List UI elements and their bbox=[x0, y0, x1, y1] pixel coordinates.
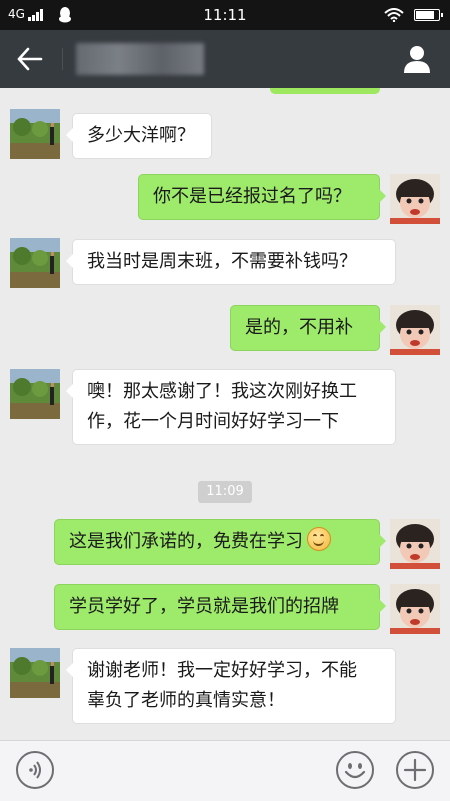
message-bubble[interactable]: 多少大洋啊？ bbox=[66, 113, 212, 159]
more-button[interactable] bbox=[396, 751, 434, 789]
chat-header bbox=[0, 30, 450, 88]
emoji-button[interactable] bbox=[336, 751, 374, 789]
header-divider bbox=[62, 48, 63, 70]
contact-avatar[interactable] bbox=[10, 238, 60, 288]
person-icon[interactable] bbox=[402, 44, 432, 74]
partial-message-bubble bbox=[270, 88, 380, 94]
message-bubble[interactable]: 我当时是周末班，不需要补钱吗？ bbox=[66, 239, 396, 285]
child-photo-avatar bbox=[390, 584, 440, 634]
message-bubble[interactable]: 谢谢老师！我一定好好学习，不能 辜负了老师的真情实意！ bbox=[66, 648, 396, 724]
message-bubble[interactable]: 你不是已经报过名了吗？ bbox=[138, 174, 386, 220]
message-text-line: 作，花一个月时间好好学习一下 bbox=[87, 411, 339, 432]
time-divider: 11:09 bbox=[198, 481, 252, 503]
message-bubble[interactable]: 这是我们承诺的，免费在学习 bbox=[54, 519, 386, 565]
message-text: 是的，不用补 bbox=[245, 317, 353, 338]
user-avatar[interactable] bbox=[390, 174, 440, 224]
plus-icon bbox=[403, 758, 427, 782]
contact-avatar[interactable] bbox=[10, 648, 60, 698]
user-avatar[interactable] bbox=[390, 584, 440, 634]
child-photo-avatar bbox=[390, 519, 440, 569]
message-list[interactable]: 多少大洋啊？ 你不是已经报过名了吗？ 我当时是周末班，不需要补钱吗？ 是的，不用… bbox=[0, 88, 450, 740]
chat-title-obscured bbox=[76, 43, 204, 75]
landscape-photo-avatar bbox=[10, 648, 60, 698]
message-text-line: 辜负了老师的真情实意！ bbox=[87, 690, 285, 711]
message-text: 你不是已经报过名了吗？ bbox=[153, 186, 351, 207]
landscape-photo-avatar bbox=[10, 238, 60, 288]
contact-avatar[interactable] bbox=[10, 109, 60, 159]
message-text: 多少大洋啊？ bbox=[87, 125, 195, 146]
battery-icon bbox=[414, 9, 443, 21]
contact-avatar[interactable] bbox=[10, 369, 60, 419]
smile-emoji-icon bbox=[307, 527, 331, 551]
voice-button[interactable] bbox=[16, 751, 54, 789]
user-avatar[interactable] bbox=[390, 519, 440, 569]
back-arrow-icon[interactable] bbox=[16, 46, 44, 72]
child-photo-avatar bbox=[390, 305, 440, 355]
landscape-photo-avatar bbox=[10, 369, 60, 419]
status-bar: 4G 11:11 bbox=[0, 0, 450, 30]
input-bar bbox=[0, 740, 450, 801]
voice-icon bbox=[29, 761, 41, 779]
landscape-photo-avatar bbox=[10, 109, 60, 159]
message-text: 我当时是周末班，不需要补钱吗？ bbox=[87, 251, 357, 272]
child-photo-avatar bbox=[390, 174, 440, 224]
message-bubble[interactable]: 噢！那太感谢了！我这次刚好换工 作，花一个月时间好好学习一下 bbox=[66, 369, 396, 445]
message-text-line: 噢！那太感谢了！我这次刚好换工 bbox=[87, 381, 357, 402]
message-text: 这是我们承诺的，免费在学习 bbox=[69, 531, 303, 552]
message-text-line: 谢谢老师！我一定好好学习，不能 bbox=[87, 660, 357, 681]
message-bubble[interactable]: 学员学好了，学员就是我们的招牌 bbox=[54, 584, 386, 630]
user-avatar[interactable] bbox=[390, 305, 440, 355]
status-time: 11:11 bbox=[203, 6, 247, 24]
message-text: 学员学好了，学员就是我们的招牌 bbox=[69, 596, 339, 617]
message-bubble[interactable]: 是的，不用补 bbox=[230, 305, 386, 351]
emoji-icon bbox=[344, 763, 366, 779]
wifi-icon bbox=[384, 8, 404, 22]
